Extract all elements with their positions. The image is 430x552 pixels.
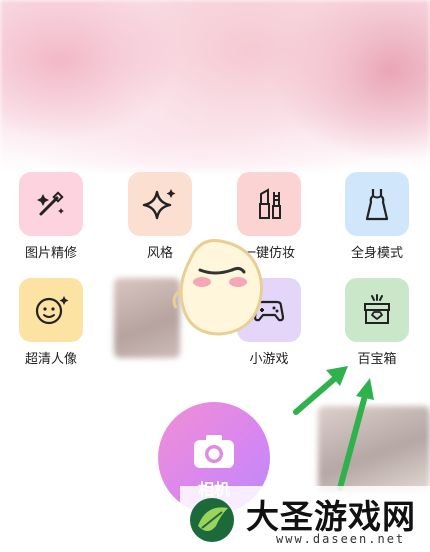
feature-tile <box>345 172 409 236</box>
arrow-left-head <box>326 366 348 386</box>
feature-label: 全身模式 <box>350 246 403 261</box>
dress-icon <box>365 189 389 221</box>
feature-label: 超清人像 <box>24 352 77 367</box>
arrow-right-head <box>356 378 374 400</box>
feature-photo-edit[interactable]: 图片精修 <box>1 172 101 261</box>
watermark-url: www.daseen.net <box>276 532 406 546</box>
mascot-sticker <box>172 239 263 336</box>
feature-tile <box>19 278 83 342</box>
blurred-thumbnail <box>318 406 430 492</box>
feature-tile <box>237 172 301 236</box>
watermark-text: 大圣游戏网 <box>246 497 416 536</box>
lipstick-icon <box>259 188 281 219</box>
feature-treasure-box[interactable]: 百宝箱 <box>327 278 427 367</box>
watermark-logo <box>190 498 234 542</box>
magic-wand-icon <box>37 191 64 216</box>
feature-label: 图片精修 <box>24 246 77 261</box>
camera-icon <box>194 435 234 468</box>
treasure-box-icon <box>364 294 390 324</box>
feature-tile <box>345 278 409 342</box>
feature-hd-portrait[interactable]: 超清人像 <box>1 278 101 367</box>
feature-tile <box>19 172 83 236</box>
smiley-face-icon <box>35 296 69 325</box>
feature-label: 小游戏 <box>249 352 289 367</box>
feature-label: 百宝箱 <box>357 352 397 367</box>
feature-full-body-mode[interactable]: 全身模式 <box>327 172 427 261</box>
sparkle-icon <box>142 189 176 220</box>
feature-tile <box>128 172 192 236</box>
top-banner-blurred <box>0 0 430 172</box>
